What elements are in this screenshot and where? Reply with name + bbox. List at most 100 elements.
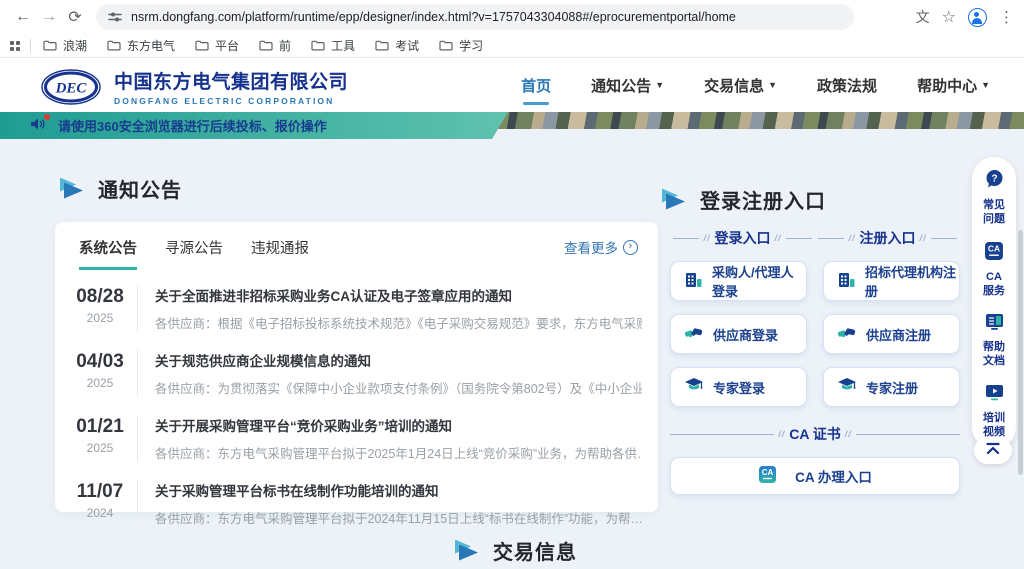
tab-violation-reports[interactable]: 违规通报 [251, 237, 309, 267]
chevron-down-icon: ▼ [768, 80, 777, 90]
bookmark-folder[interactable]: 考试 [375, 37, 419, 54]
svg-text:?: ? [991, 174, 997, 185]
nav-item-trade-info[interactable]: 交易信息 ▼ [704, 75, 777, 96]
notice-date: 04/03 2025 [63, 350, 137, 397]
document-icon [984, 312, 1005, 336]
supplier-login-button[interactable]: 供应商登录 [670, 314, 807, 354]
divider [30, 39, 31, 53]
handshake-icon [684, 325, 704, 344]
bookmark-star-icon[interactable]: ☆ [942, 7, 956, 27]
section-title: 通知公告 [98, 174, 182, 203]
main-nav: 首页 通知公告 ▼ 交易信息 ▼ 政策法规 帮助中心 ▼ [521, 58, 990, 112]
buyer-agent-login-button[interactable]: 采购人/代理人登录 [670, 261, 807, 301]
quickbar-label: 帮助文档 [981, 340, 1007, 369]
collapse-quickbar-button[interactable] [974, 437, 1012, 464]
nav-item-home[interactable]: 首页 [521, 75, 551, 96]
date-md: 11/07 [63, 481, 137, 503]
divider: // [920, 233, 927, 243]
supplier-register-button[interactable]: 供应商注册 [823, 314, 960, 354]
register-entry-header: // 注册入口 // [815, 228, 960, 248]
quickbar-item-ca-service[interactable]: CA CA服务 [981, 241, 1007, 299]
quickbar-item-faq[interactable]: ? 常见问题 [981, 169, 1007, 227]
button-label: CA 办理入口 [795, 466, 872, 486]
notice-title: 关于规范供应商企业规模信息的通知 [155, 350, 642, 370]
back-icon[interactable]: ← [10, 4, 36, 30]
folder-icon [439, 40, 453, 51]
site-info-icon[interactable] [108, 11, 122, 23]
tab-system-notices[interactable]: 系统公告 [79, 237, 137, 270]
expert-login-button[interactable]: 专家登录 [670, 367, 807, 407]
site-header: DEC 中国东方电气集团有限公司 DONGFANG ELECTRIC CORPO… [0, 58, 1024, 112]
login-subheaders: // 登录入口 // // 注册入口 // [670, 228, 960, 248]
folder-icon [311, 40, 325, 51]
button-label: 专家登录 [713, 378, 765, 397]
notification-dot [44, 114, 50, 120]
bidding-agency-register-button[interactable]: 招标代理机构注册 [823, 261, 960, 301]
browser-toolbar: ← → ⟳ nsrm.dongfang.com/platform/runtime… [0, 0, 1024, 34]
profile-avatar[interactable] [968, 8, 987, 27]
list-item[interactable]: 08/28 2025 关于全面推进非招标采购业务CA认证及电子签章应用的通知 各… [63, 276, 642, 341]
quickbar-item-help-docs[interactable]: 帮助文档 [981, 312, 1007, 369]
expert-register-button[interactable]: 专家注册 [823, 367, 960, 407]
ca-apply-button[interactable]: CA CA 办理入口 [670, 457, 960, 495]
url-bar[interactable]: nsrm.dongfang.com/platform/runtime/epp/d… [96, 4, 854, 30]
graduation-cap-icon [684, 377, 704, 397]
brand-logo[interactable]: DEC 中国东方电气集团有限公司 DONGFANG ELECTRIC CORPO… [40, 67, 348, 106]
bookmark-folder[interactable]: 平台 [195, 37, 239, 54]
bookmark-label: 考试 [395, 37, 419, 54]
nav-item-notices[interactable]: 通知公告 ▼ [591, 75, 664, 96]
list-item[interactable]: 04/03 2025 关于规范供应商企业规模信息的通知 各供应商：为贯彻落实《保… [63, 341, 642, 406]
question-icon: ? [984, 169, 1005, 194]
apps-grid-icon[interactable] [10, 41, 20, 51]
video-icon [984, 383, 1005, 407]
notice-list: 08/28 2025 关于全面推进非招标采购业务CA认证及电子签章应用的通知 各… [55, 270, 658, 536]
bookmark-folder[interactable]: 前 [259, 37, 291, 54]
browser-window: ← → ⟳ nsrm.dongfang.com/platform/runtime… [0, 0, 1024, 569]
date-md: 01/21 [63, 416, 137, 438]
bookmark-folder[interactable]: 浪潮 [43, 37, 87, 54]
divider [818, 238, 844, 239]
nav-item-help-center[interactable]: 帮助中心 ▼ [917, 75, 990, 96]
company-name-cn: 中国东方电气集团有限公司 [114, 67, 348, 94]
divider: // [845, 429, 852, 439]
date-year: 2025 [63, 311, 137, 325]
ca-icon: CA [758, 465, 777, 487]
dec-logo-icon: DEC [40, 68, 102, 106]
reload-icon[interactable]: ⟳ [62, 4, 88, 30]
folder-icon [375, 40, 389, 51]
bookmarks-bar: 浪潮 东方电气 平台 前 工具 考试 学习 [0, 34, 1024, 58]
graduation-cap-icon [837, 377, 857, 397]
button-label: 招标代理机构注册 [865, 262, 959, 300]
bookmark-folder[interactable]: 东方电气 [107, 37, 175, 54]
translate-icon[interactable]: 文 [916, 7, 930, 27]
svg-text:CA: CA [988, 243, 1000, 253]
tab-sourcing-notices[interactable]: 寻源公告 [165, 237, 223, 267]
divider [931, 238, 957, 239]
login-entry-header: // 登录入口 // [670, 228, 815, 248]
arrow-right-circle-icon: › [623, 240, 638, 255]
collapse-up-icon [985, 442, 1001, 460]
ca-header-label: CA 证书 [789, 424, 841, 444]
divider: // [778, 429, 785, 439]
notice-date: 08/28 2025 [63, 285, 137, 332]
divider: // [775, 233, 782, 243]
divider: // [848, 233, 855, 243]
bookmark-folder[interactable]: 工具 [311, 37, 355, 54]
list-item[interactable]: 01/21 2025 关于开展采购管理平台“竞价采购业务”培训的通知 各供应商：… [63, 406, 642, 471]
list-item[interactable]: 11/07 2024 关于采购管理平台标书在线制作功能培训的通知 各供应商：东方… [63, 471, 642, 536]
forward-icon[interactable]: → [36, 4, 62, 30]
date-year: 2025 [63, 376, 137, 390]
divider [856, 434, 960, 435]
nav-label: 交易信息 [704, 75, 764, 96]
browser-menu-icon[interactable]: ⋮ [999, 8, 1014, 26]
page-scrollbar[interactable] [1018, 230, 1023, 475]
company-name-en: DONGFANG ELECTRIC CORPORATION [114, 96, 348, 106]
nav-item-policies[interactable]: 政策法规 [817, 75, 877, 96]
view-more-link[interactable]: 查看更多 › [564, 237, 638, 257]
section-arrow-icon [60, 178, 84, 200]
login-section-header: 登录注册入口 [662, 185, 826, 214]
quickbar-item-training-videos[interactable]: 培训视频 [981, 383, 1007, 440]
notice-text: 关于采购管理平台标书在线制作功能培训的通知 各供应商：东方电气采购管理平台拟于2… [137, 480, 642, 527]
bookmark-folder[interactable]: 学习 [439, 37, 483, 54]
notice-text: 关于全面推进非招标采购业务CA认证及电子签章应用的通知 各供应商：根据《电子招标… [137, 285, 642, 332]
